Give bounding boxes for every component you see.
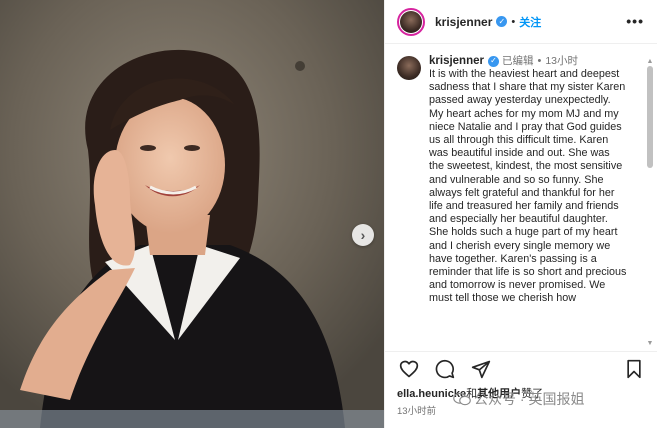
caption-meta: krisjenner ✓ 已编辑 • 13小时 (429, 54, 627, 68)
watermark-text: 公众号 · 英国报姐 (474, 391, 585, 407)
scroll-up-arrow-icon[interactable]: ▲ (646, 58, 654, 66)
separator-dot: • (537, 55, 542, 67)
scroll-down-arrow-icon[interactable]: ▼ (646, 340, 654, 348)
post-photo[interactable]: › (0, 0, 384, 428)
bookmark-icon (627, 359, 641, 378)
caption-section: krisjenner ✓ 已编辑 • 13小时 It is with the h… (385, 48, 657, 350)
chevron-right-icon: › (360, 227, 366, 243)
caption-username[interactable]: krisjenner (429, 54, 484, 68)
more-options-button[interactable]: ••• (626, 13, 644, 29)
caption-text: It is with the heaviest heart and deepes… (429, 68, 627, 305)
post-header: krisjenner ✓ • 关注 ••• (385, 0, 657, 44)
action-bar (385, 351, 657, 385)
comment-icon (435, 359, 455, 378)
like-button[interactable] (397, 357, 421, 381)
wechat-watermark: 公众号 · 英国报姐 (453, 389, 584, 409)
share-icon (471, 360, 491, 378)
save-button[interactable] (622, 357, 646, 381)
scroll-thumb[interactable] (647, 66, 653, 168)
verified-badge-icon: ✓ (487, 55, 499, 67)
caption-avatar[interactable] (397, 56, 421, 80)
share-button[interactable] (469, 357, 493, 381)
caption-scrollbar[interactable]: ▲ ▼ (646, 58, 654, 348)
separator-dot: • (511, 15, 516, 28)
comment-button[interactable] (433, 357, 457, 381)
post-time[interactable]: 13小时 (545, 54, 578, 68)
follow-button[interactable]: 关注 (519, 14, 541, 30)
next-slide-button[interactable]: › (352, 224, 374, 246)
post-viewer: › krisjenner ✓ • 关注 ••• krisjenner ✓ 已编辑… (0, 0, 657, 428)
posted-ago[interactable]: 13小时前 (397, 403, 436, 417)
verified-badge-icon: ✓ (496, 16, 508, 27)
edited-label: 已编辑 (501, 55, 534, 67)
author-avatar[interactable] (397, 7, 425, 36)
post-side-panel: krisjenner ✓ • 关注 ••• krisjenner ✓ 已编辑 •… (384, 0, 657, 428)
heart-icon (399, 360, 419, 377)
author-username[interactable]: krisjenner (435, 15, 492, 29)
portrait-image (0, 0, 384, 428)
wechat-icon (453, 392, 471, 406)
